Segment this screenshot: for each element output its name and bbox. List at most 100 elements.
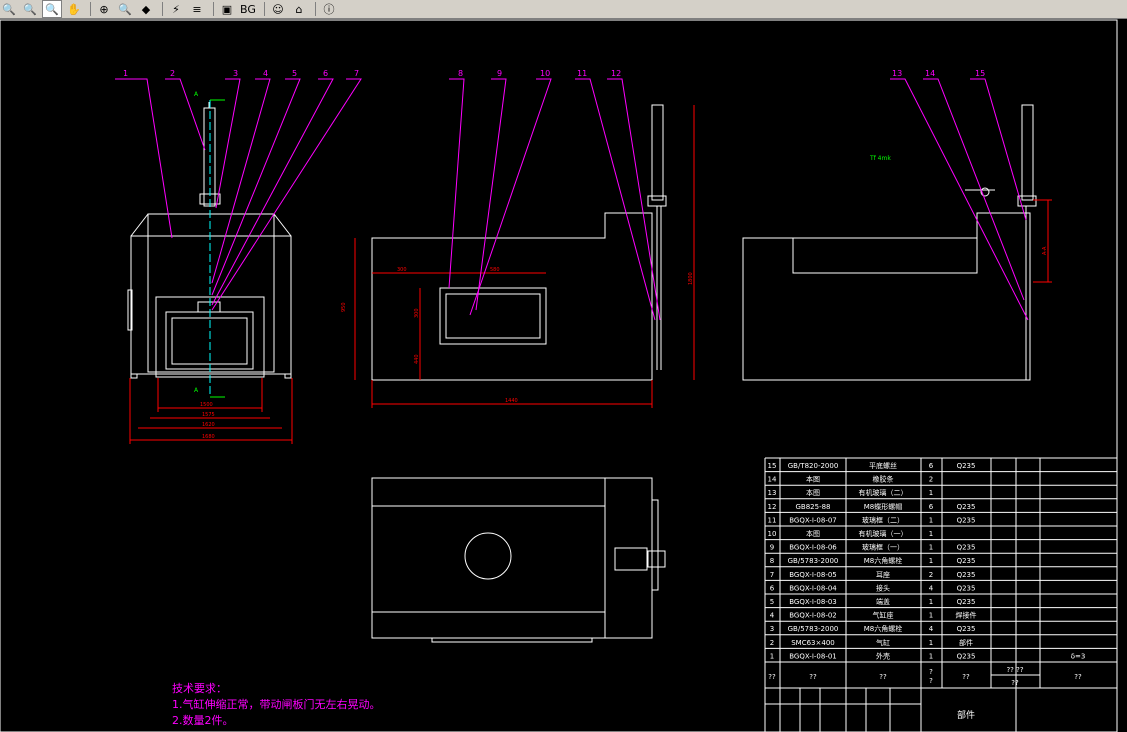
bom-cell-material: Q235 (957, 516, 976, 524)
zoom-in-icon[interactable]: 🔍 (21, 1, 39, 17)
callout-10: 10 (540, 69, 550, 78)
bom-footer-cell: ?? (1074, 673, 1082, 681)
bom-cell-name: 有机玻璃（二） (859, 488, 908, 497)
bom-cell-no: 3 (770, 625, 774, 633)
bom-cell-name: 气缸 (876, 638, 890, 647)
toolbar: 🔍 🔍 🔍 ✋ ⊕ 🔍 ◆ ⚡ ≡ ▣ BG ☺ ⌂ ⓘ (0, 0, 1127, 19)
bom-cell-code: BGQX-I-08-07 (789, 516, 837, 524)
bom-cell-qty: 2 (929, 476, 933, 484)
dim-text: 1500 (200, 402, 213, 408)
bom-footer-cell: ?? (768, 673, 776, 681)
callout-12: 12 (611, 69, 621, 78)
bom-cell-no: 11 (768, 516, 777, 524)
bom-cell-material: Q235 (957, 503, 976, 511)
toolbar-separator (264, 2, 265, 16)
dim-text: 1800 (688, 272, 694, 285)
bom-cell-qty: 1 (929, 530, 933, 538)
bom-cell-qty: 1 (929, 598, 933, 606)
callout-labels: 1 2 3 4 5 6 7 8 9 10 11 12 13 14 15 (123, 69, 985, 78)
bom-cell-code: BGQX-I-08-03 (789, 598, 837, 606)
tech-line-2: 2.数量2件。 (172, 714, 234, 727)
bom-cell-name: 端盖 (876, 597, 890, 606)
callout-15: 15 (975, 69, 985, 78)
dim-text: 1620 (202, 422, 215, 428)
bom-cell-code: BGQX-I-08-04 (789, 584, 837, 592)
pan-icon[interactable]: ✋ (65, 1, 83, 17)
home-icon[interactable]: ⌂ (290, 1, 308, 17)
zoom-extents-icon[interactable]: 🔍 (116, 1, 134, 17)
dim-text: A-A (1042, 246, 1048, 255)
bom-table: 15 GB/T820-2000 平底螺丝 6 Q23514 本图 橡胶条 213 本图 有机玻璃（… (764, 457, 1118, 732)
bom-cell-material: Q235 (957, 544, 976, 552)
top-view (371, 477, 666, 643)
drawing-frame (0, 19, 1118, 732)
tech-line-1: 1.气缸伸缩正常，带动闸板门无左右晃动。 (172, 697, 381, 711)
bom-cell-code: 本图 (806, 488, 820, 497)
bom-cell-material: Q235 (957, 598, 976, 606)
dim-text: 300 (397, 267, 407, 273)
bom-cell-name: 有机玻璃（一） (859, 529, 908, 538)
bom-cell-code: BGQX-I-08-06 (789, 544, 837, 552)
zoom-realtime-icon[interactable]: ⊕ (95, 1, 113, 17)
bom-cell-qty: 1 (929, 489, 933, 497)
callout-1: 1 (123, 69, 128, 78)
bom-cell-name: 外壳 (876, 651, 890, 660)
print-icon[interactable]: ▣ (218, 1, 236, 17)
layer-icon[interactable]: ◆ (137, 1, 155, 17)
bom-cell-name: 橡胶条 (873, 475, 894, 484)
info-icon[interactable]: ⓘ (320, 1, 338, 17)
bom-cell-code: GB/T820-2000 (788, 462, 839, 470)
bom-footer-cell: ?? (1011, 679, 1019, 687)
bg-button[interactable]: BG (239, 1, 257, 17)
bom-cell-qty: 1 (929, 557, 933, 565)
bom-cell-no: 10 (768, 530, 777, 538)
callout-9: 9 (497, 69, 502, 78)
bom-cell-code: GB/5783-2000 (788, 625, 839, 633)
section-label: A (194, 387, 199, 394)
side-dimensions (354, 105, 695, 408)
lightning-icon[interactable]: ⚡ (167, 1, 185, 17)
bom-cell-name: 气缸座 (873, 611, 894, 620)
dim-text: 580 (490, 267, 500, 273)
zoom-out-icon[interactable]: 🔍 (0, 1, 18, 17)
bom-cell-name: 平底螺丝 (869, 461, 897, 470)
dim-text: 440 (414, 354, 420, 364)
user-icon[interactable]: ☺ (269, 1, 287, 17)
bom-cell-qty: 1 (929, 516, 933, 524)
section-view (742, 104, 1037, 381)
bom-cell-no: 6 (770, 584, 775, 592)
bom-footer-cell: ?? (962, 673, 970, 681)
cad-canvas[interactable]: A A 1500 1575 1620 1680 1440 300 580 950… (0, 19, 1127, 732)
toolbar-separator (315, 2, 316, 16)
layers-icon[interactable]: ≡ (188, 1, 206, 17)
bom-footer-cell: ?? (809, 673, 817, 681)
bom-cell-qty: 4 (929, 625, 934, 633)
bom-cell-no: 9 (770, 544, 774, 552)
bom-cell-qty: 6 (929, 503, 934, 511)
leader-lines (115, 78, 1029, 321)
bom-cell-qty: 1 (929, 639, 933, 647)
bom-cell-name: 耳座 (876, 570, 890, 579)
callout-8: 8 (458, 69, 463, 78)
callout-6: 6 (323, 69, 328, 78)
bom-cell-code: BGQX-I-08-05 (789, 571, 837, 579)
bom-cell-code: BGQX-I-08-01 (789, 652, 837, 660)
bom-cell-qty: 2 (929, 571, 933, 579)
section-dimensions (1033, 199, 1052, 283)
callout-14: 14 (925, 69, 935, 78)
bom-cell-qty: 4 (929, 584, 934, 592)
bom-cell-extra: δ=3 (1071, 652, 1086, 660)
bom-cell-material: 焊接件 (956, 611, 977, 620)
bom-cell-no: 13 (768, 489, 777, 497)
technical-requirements: 技术要求： 1.气缸伸缩正常，带动闸板门无左右晃动。 2.数量2件。 (172, 682, 381, 727)
dim-text: 1680 (202, 434, 215, 440)
dim-text: 1440 (505, 398, 518, 404)
bom-cell-code: 本图 (806, 475, 820, 484)
callout-7: 7 (354, 69, 359, 78)
zoom-window-icon[interactable]: 🔍 (42, 0, 62, 18)
bom-cell-code: 本图 (806, 529, 820, 538)
bom-cell-name: M8六角螺栓 (864, 624, 903, 633)
toolbar-separator (162, 2, 163, 16)
bom-cell-qty: 1 (929, 612, 933, 620)
bom-cell-no: 7 (770, 571, 774, 579)
